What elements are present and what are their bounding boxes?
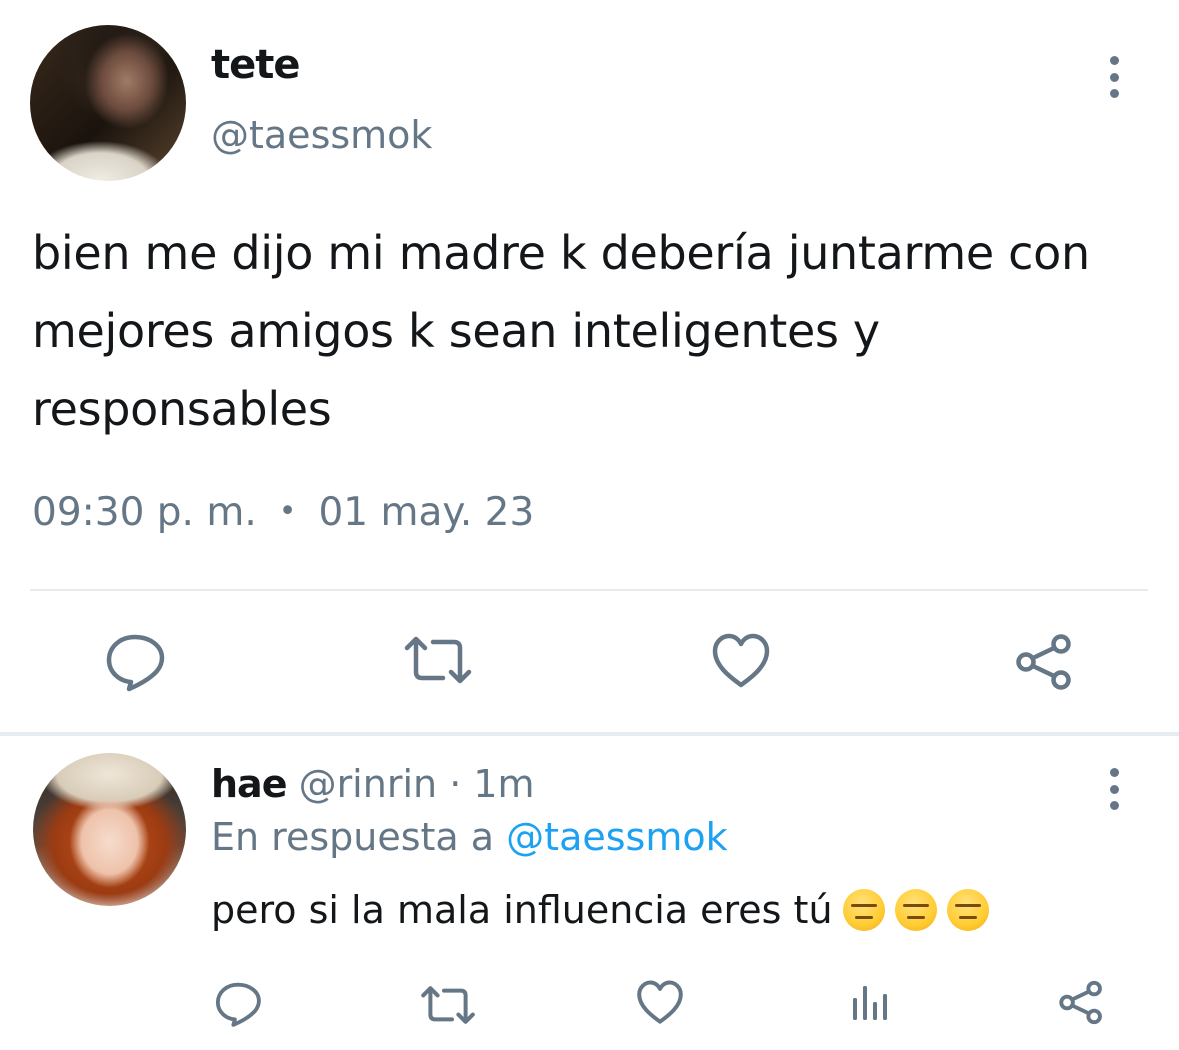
reply-icon xyxy=(215,982,261,1027)
replying-to-prefix: En respuesta a xyxy=(211,815,495,859)
reply-icon xyxy=(106,634,165,692)
tweet-date: 01 may. 23 xyxy=(318,490,535,535)
like-icon xyxy=(712,633,770,688)
expressionless-face-icon xyxy=(946,889,989,931)
tweet-text: bien me dijo mi madre k debería juntarme… xyxy=(32,226,1090,436)
reply-author-name[interactable]: hae xyxy=(211,762,287,806)
reply-meta-separator: · xyxy=(449,762,462,806)
share-icon xyxy=(1059,980,1102,1025)
expressionless-face-icon xyxy=(842,889,885,931)
tweet-time: 09:30 p. m. xyxy=(32,490,257,535)
replying-to-handle[interactable]: @taessmok xyxy=(506,815,727,859)
reply-text-container: pero si la mala influencia eres tú xyxy=(211,888,989,932)
author-avatar[interactable] xyxy=(30,25,186,181)
share-icon xyxy=(1016,634,1071,690)
reply-more-options-icon[interactable] xyxy=(1109,768,1119,810)
tweet-timestamp: 09:30 p. m. • 01 may. 23 xyxy=(32,490,534,535)
author-handle[interactable]: @taessmok xyxy=(211,113,432,157)
more-options-icon[interactable] xyxy=(1109,56,1119,98)
meta-separator: • xyxy=(278,494,297,529)
replying-to: En respuesta a @taessmok xyxy=(211,815,728,859)
reply-header: hae @rinrin · 1m xyxy=(211,762,535,806)
retweet-button[interactable] xyxy=(403,634,473,686)
reply-time: 1m xyxy=(473,762,535,806)
like-icon xyxy=(637,980,683,1024)
expressionless-face-icon xyxy=(894,889,937,931)
reply-button[interactable] xyxy=(104,631,166,693)
reply-author-handle[interactable]: @rinrin xyxy=(299,762,438,806)
reply-share-button[interactable] xyxy=(1057,980,1105,1025)
author-name[interactable]: tete xyxy=(211,42,300,88)
reply-author-avatar[interactable] xyxy=(33,753,186,906)
like-button[interactable] xyxy=(711,633,771,689)
retweet-icon xyxy=(421,986,475,1024)
share-button[interactable] xyxy=(1013,633,1075,691)
divider xyxy=(30,589,1148,591)
views-icon xyxy=(853,986,887,1020)
section-divider xyxy=(0,732,1179,736)
reply-views-button[interactable] xyxy=(850,982,890,1022)
reply-text: pero si la mala influencia eres tú xyxy=(211,888,833,932)
reply-like-button[interactable] xyxy=(636,980,684,1025)
reply-reply-button[interactable] xyxy=(214,980,262,1028)
retweet-icon xyxy=(404,636,472,684)
reply-retweet-button[interactable] xyxy=(420,984,476,1026)
